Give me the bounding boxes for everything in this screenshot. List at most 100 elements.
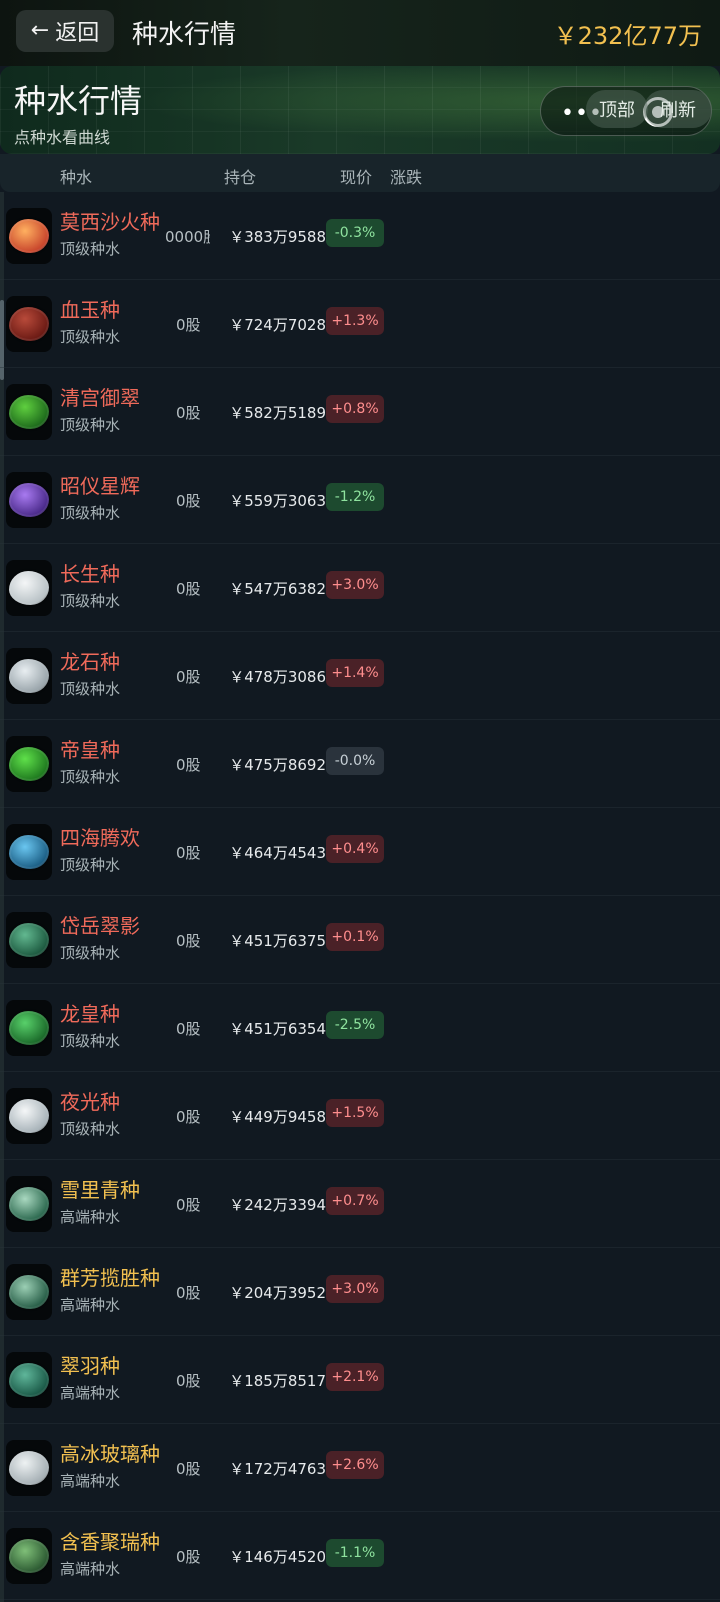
variety-grade: 顶级种水 (60, 416, 121, 434)
page-title: 种水行情 (132, 20, 237, 50)
column-price: 现价 (340, 168, 373, 187)
back-button[interactable]: ← 返回 (16, 10, 114, 52)
change-badge: -0.3% (326, 219, 384, 247)
back-label: 返回 (55, 21, 100, 46)
change-badge: +0.8% (326, 395, 384, 423)
variety-grade: 高端种水 (60, 1384, 121, 1402)
change-badge: +3.0% (326, 1275, 384, 1303)
list-item[interactable]: 血玉种顶级种水 0股 ￥724万7028 +1.3% (0, 280, 720, 368)
list-item[interactable]: 四海腾欢 顶级种水 0股 ￥464万4543 +0.4% (0, 808, 720, 896)
list-item[interactable]: 昭仪星辉 顶级种水 0股 ￥559万3063 -1.2% (0, 456, 720, 544)
change-badge: -2.5% (326, 1011, 384, 1039)
price-value: ￥547万6382 (229, 580, 326, 598)
variety-grade: 顶级种水 (60, 1032, 121, 1050)
list-item[interactable]: 长生种 顶级种水 0股 ￥547万6382 +3.0% (0, 544, 720, 632)
holding-value: 0股 (176, 404, 201, 422)
list-item[interactable]: 含香聚瑞种 高端种水 0股 ￥146万4520 -1.1% (0, 1512, 720, 1600)
jade-thumbnail (6, 296, 52, 352)
column-header: 种水 持仓 现价 涨跌 (0, 154, 720, 192)
list-item[interactable]: 龙石种 顶级种水 0股 ￥478万3086 +1.4% (0, 632, 720, 720)
variety-name[interactable]: 雪里青种 (60, 1174, 140, 1203)
price-value: ￥724万7028 (229, 316, 326, 334)
header-subtitle: 点种水看曲线 (14, 128, 111, 147)
jade-stone-icon (9, 395, 49, 429)
change-badge: +2.6% (326, 1451, 384, 1479)
holding-value: 0股 (176, 316, 201, 334)
change-badge: +3.0% (326, 571, 384, 599)
column-holding: 持仓 (224, 168, 257, 187)
variety-grade: 顶级种水 (60, 240, 121, 258)
variety-name[interactable]: 高冰玻璃种 (60, 1438, 160, 1467)
variety-name[interactable]: 长生种 (60, 558, 120, 587)
list-item[interactable]: 岱岳翠影 顶级种水 0股 ￥451万6375 +0.1% (0, 896, 720, 984)
variety-grade: 顶级种水 (60, 328, 121, 346)
variety-grade: 高端种水 (60, 1560, 121, 1578)
list-item[interactable]: 龙皇种顶级种水 0股 ￥451万6354 -2.5% (0, 984, 720, 1072)
variety-name[interactable]: 四海腾欢 (60, 822, 140, 851)
jade-thumbnail (6, 1000, 52, 1056)
column-variety: 种水 (60, 168, 93, 187)
jade-thumbnail (6, 824, 52, 880)
variety-name[interactable]: 龙皇种 (60, 998, 120, 1027)
price-value: ￥451万6354 (229, 1020, 326, 1038)
jade-thumbnail (6, 736, 52, 792)
variety-grade: 顶级种水 (60, 1120, 121, 1138)
jade-stone-icon (9, 1099, 49, 1133)
jade-stone-icon (9, 1187, 49, 1221)
holding-value: 0股 (176, 580, 201, 598)
variety-grade: 顶级种水 (60, 504, 121, 522)
list-item[interactable]: 清宫御翠 顶级种水 0股 ￥582万5189 +0.8% (0, 368, 720, 456)
list-item[interactable]: 高冰玻璃种 高端种水 0股 ￥172万4763 +2.6% (0, 1424, 720, 1512)
money-balance: ￥232亿77万 (553, 22, 702, 50)
price-value: ￥451万6375 (229, 932, 326, 950)
variety-name[interactable]: 帝皇种 (60, 734, 120, 763)
variety-grade: 高端种水 (60, 1472, 121, 1490)
price-value: ￥449万9458 (229, 1108, 326, 1126)
jade-stone-icon (9, 1451, 49, 1485)
jade-thumbnail (6, 1176, 52, 1232)
list-item[interactable]: 莫西沙火种顶级种水 0000股 ￥383万9588-0.3% (0, 192, 720, 280)
variety-name[interactable]: 血玉种 (60, 294, 120, 323)
variety-name[interactable]: 夜光种 (60, 1086, 120, 1115)
jade-thumbnail (6, 1352, 52, 1408)
top-bar: ← 返回 种水行情 ￥232亿77万 (0, 0, 720, 66)
variety-name[interactable]: 昭仪星辉 (60, 470, 140, 499)
variety-name[interactable]: 莫西沙火种 (60, 206, 160, 235)
scroll-top-button[interactable]: 顶部 (586, 90, 648, 128)
price-value: ￥242万3394 (229, 1196, 326, 1214)
list-item[interactable]: 翠羽种 高端种水 0股 ￥185万8517 +2.1% (0, 1336, 720, 1424)
jade-thumbnail (6, 208, 52, 264)
change-badge: +1.3% (326, 307, 384, 335)
variety-name[interactable]: 翠羽种 (60, 1350, 120, 1379)
variety-name[interactable]: 群芳揽胜种 (60, 1262, 160, 1291)
variety-grade: 顶级种水 (60, 768, 121, 786)
variety-name[interactable]: 含香聚瑞种 (60, 1526, 160, 1555)
jade-thumbnail (6, 472, 52, 528)
change-badge: -1.1% (326, 1539, 384, 1567)
jade-thumbnail (6, 560, 52, 616)
list-item[interactable]: 帝皇种 顶级种水 0股 ￥475万8692 -0.0% (0, 720, 720, 808)
holding-value: 0股 (176, 1460, 201, 1478)
variety-name[interactable]: 清宫御翠 (60, 382, 140, 411)
holding-value: 0股 (176, 1548, 201, 1566)
jade-stone-icon (9, 1363, 49, 1397)
price-value: ￥559万3063 (229, 492, 326, 510)
holding-value: 0股 (176, 756, 201, 774)
list-item[interactable]: 雪里青种 高端种水 0股 ￥242万3394 +0.7% (0, 1160, 720, 1248)
list-item[interactable]: 夜光种 顶级种水 0股 ￥449万9458 +1.5% (0, 1072, 720, 1160)
change-badge: +0.1% (326, 923, 384, 951)
variety-name[interactable]: 龙石种 (60, 646, 120, 675)
change-badge: +0.4% (326, 835, 384, 863)
holding-value: 0股 (176, 1020, 201, 1038)
jade-thumbnail (6, 1088, 52, 1144)
header-title: 种水行情 (14, 82, 143, 120)
price-value: ￥383万9588 (229, 228, 326, 246)
list-item[interactable]: 群芳揽胜种 高端种水 0股 ￥204万3952 +3.0% (0, 1248, 720, 1336)
jade-stone-icon (9, 483, 49, 517)
refresh-button[interactable]: 刷新 (644, 90, 712, 128)
arrow-left-icon: ← (30, 18, 50, 43)
price-value: ￥478万3086 (229, 668, 326, 686)
variety-name[interactable]: 岱岳翠影 (60, 910, 140, 939)
jade-thumbnail (6, 1528, 52, 1584)
jade-thumbnail (6, 912, 52, 968)
